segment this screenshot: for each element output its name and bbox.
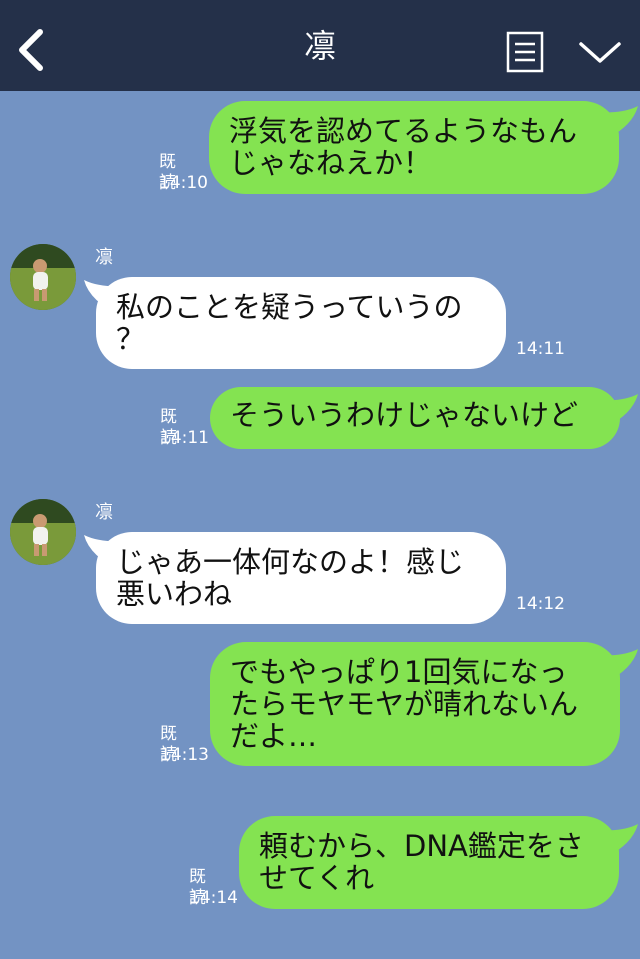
message-bubble[interactable]: 浮気を認めてるようなもん じゃなねえか！ bbox=[209, 101, 619, 194]
contact-avatar[interactable] bbox=[10, 499, 76, 565]
message-bubble[interactable]: 頼むから、DNA鑑定をさ せてくれ bbox=[239, 816, 619, 909]
message-time: 14:14 bbox=[189, 888, 238, 908]
message-time: 14:11 bbox=[516, 339, 565, 359]
avatar-photo-icon bbox=[10, 499, 76, 565]
message-time: 14:11 bbox=[160, 428, 209, 448]
message-time: 14:13 bbox=[160, 745, 209, 765]
back-chevron-icon[interactable] bbox=[14, 28, 48, 72]
chat-header: 凛 bbox=[0, 0, 640, 91]
avatar-photo-icon bbox=[10, 244, 76, 310]
sender-name: 凛 bbox=[95, 247, 113, 268]
message-time: 14:10 bbox=[159, 173, 208, 193]
message-bubble[interactable]: じゃあ一体何なのよ！感じ 悪いわね bbox=[96, 532, 506, 624]
message-bubble[interactable]: でもやっぱり1回気になっ たらモヤモヤが晴れないん だよ… bbox=[210, 642, 620, 766]
message-bubble[interactable]: そういうわけじゃないけど bbox=[210, 387, 620, 449]
message-time: 14:12 bbox=[516, 594, 565, 614]
contact-avatar[interactable] bbox=[10, 244, 76, 310]
notes-menu-icon[interactable] bbox=[506, 31, 544, 73]
sender-name: 凛 bbox=[95, 502, 113, 523]
chevron-down-icon[interactable] bbox=[578, 37, 622, 67]
message-bubble[interactable]: 私のことを疑うっていうの ？ bbox=[96, 277, 506, 369]
chat-title: 凛 bbox=[303, 27, 336, 65]
